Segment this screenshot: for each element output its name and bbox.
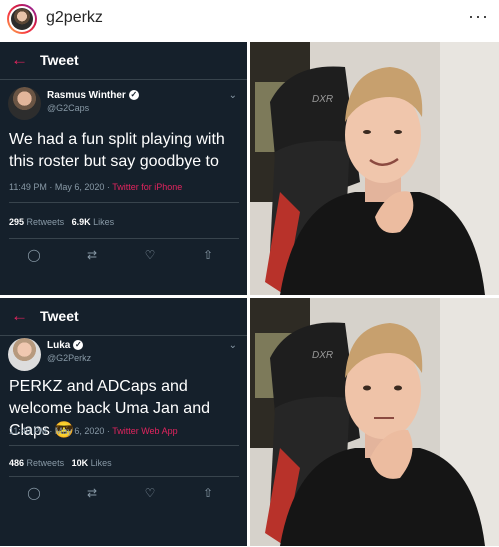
tweet-actions: ◯ ⇄ ♡ ⇧ [0,486,247,506]
reply-icon[interactable]: ◯ [24,248,44,262]
like-icon[interactable]: ♡ [140,248,160,262]
tweet-title: Tweet [40,308,79,324]
tweet-author-name[interactable]: Luka ✓ [47,340,84,351]
author-name-text: Rasmus Winther [47,90,126,101]
verified-icon: ✓ [73,340,84,351]
retweet-icon[interactable]: ⇄ [82,248,102,262]
chair-logo: DXR [312,94,333,105]
avatar[interactable] [8,87,41,120]
retweet-count[interactable]: 295 [9,217,24,227]
likes-label: Likes [90,458,112,468]
reply-icon[interactable]: ◯ [24,486,44,500]
tweet-actions: ◯ ⇄ ♡ ⇧ [0,248,247,268]
tweet-text: We had a fun split playing with this ros… [9,131,225,170]
reaction-photo-serious: DXR [250,298,499,546]
chair-logo: DXR [312,350,333,361]
tweet-author-name[interactable]: Rasmus Winther ✓ [47,90,139,101]
chevron-down-icon[interactable]: ⌄ [229,340,237,351]
tweet-meta: 11:49 PM · May 6, 2020 · Twitter Web App [9,426,178,436]
tweet-author-handle[interactable]: @G2Caps [47,103,89,113]
tweet-card-2: ← Tweet Luka ✓ @G2Perkz ⌄ PERKZ and ADCap… [0,298,247,546]
like-icon[interactable]: ♡ [140,486,160,500]
ellipsis-icon[interactable]: ··· [468,6,489,27]
like-count[interactable]: 10K [72,458,89,468]
tweet-header: ← Tweet [0,42,247,80]
tweet-meta: 11:49 PM · May 6, 2020 · Twitter for iPh… [9,182,182,192]
divider [9,476,239,477]
tweet-title: Tweet [40,52,79,68]
divider [9,238,239,239]
likes-label: Likes [93,217,115,227]
tweet-header: ← Tweet [0,298,247,336]
like-count[interactable]: 6.9K [72,217,91,227]
retweets-label: Retweets [26,217,65,227]
author-name-text: Luka [47,340,71,351]
tweet-card-1: ← Tweet Rasmus Winther ✓ @G2Caps ⌄ We had… [0,42,247,295]
retweets-label: Retweets [26,458,65,468]
avatar[interactable] [8,338,41,371]
tweet-stats: 295 Retweets 6.9K Likes [9,217,114,227]
divider [9,445,239,446]
tweet-source[interactable]: Twitter for iPhone [112,182,182,192]
post-header: g2perkz ··· [0,0,499,40]
tweet-source[interactable]: Twitter Web App [112,426,177,436]
tweet-timestamp: 11:49 PM · May 6, 2020 · [9,182,113,192]
share-icon[interactable]: ⇧ [198,486,218,500]
verified-icon: ✓ [128,90,139,101]
tweet-stats: 486 Retweets 10K Likes [9,458,112,468]
back-arrow-icon[interactable]: ← [11,306,28,326]
post-username[interactable]: g2perkz [46,9,103,27]
retweet-icon[interactable]: ⇄ [82,486,102,500]
retweet-count[interactable]: 486 [9,458,24,468]
reaction-photo-smiling: DXR [250,42,499,295]
divider [9,202,239,203]
tweet-author-handle[interactable]: @G2Perkz [47,353,91,363]
chevron-down-icon[interactable]: ⌄ [229,90,237,101]
avatar[interactable] [7,4,37,34]
share-icon[interactable]: ⇧ [198,248,218,262]
back-arrow-icon[interactable]: ← [11,50,28,70]
tweet-timestamp: 11:49 PM · May 6, 2020 · [9,426,113,436]
